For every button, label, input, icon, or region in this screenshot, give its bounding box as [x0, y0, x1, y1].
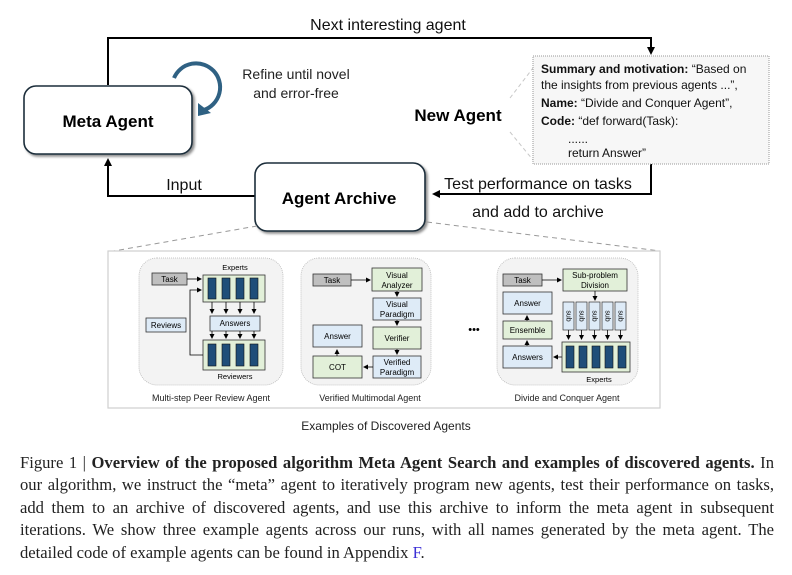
reviewer-bar — [249, 343, 259, 367]
expert-bar — [221, 277, 231, 300]
cot-box: COT — [329, 363, 346, 372]
peer-review-agent-example: Experts Task Reviews Answers Reviewers M… — [138, 257, 284, 403]
dc-task-box: Task — [514, 276, 531, 285]
sub-label: sub — [578, 310, 585, 321]
verified-paradigm-box: Verified — [384, 358, 411, 367]
expert-bar — [235, 277, 245, 300]
card-code-line: Code: “def forward(Task): — [541, 114, 678, 128]
reviewer-bar — [235, 343, 245, 367]
subproblem-division-box-line2: Division — [581, 281, 609, 290]
peer-review-title: Multi-step Peer Review Agent — [152, 393, 271, 403]
dc-expert-bar — [617, 345, 627, 369]
dc-expert-bar — [578, 345, 588, 369]
visual-analyzer-box: Visual — [386, 271, 408, 280]
meta-agent-label: Meta Agent — [63, 112, 154, 131]
mm-task-box: Task — [324, 276, 341, 285]
caption-end: . — [420, 542, 425, 562]
divide-and-conquer-agent-example: Task Sub-problem Division Answer Ensembl… — [496, 257, 639, 403]
refine-label-line1: Refine until novel — [242, 66, 349, 82]
refine-label-line2: and error-free — [253, 85, 339, 101]
subproblem-division-box: Sub-problem — [572, 271, 618, 280]
expert-bar — [207, 277, 217, 300]
examples-section-label: Examples of Discovered Agents — [301, 419, 470, 433]
test-label-line2: and add to archive — [472, 204, 604, 221]
appendix-link[interactable]: F — [413, 543, 421, 562]
dc-answers-box: Answers — [512, 353, 543, 362]
input-label: Input — [166, 177, 202, 194]
ensemble-box: Ensemble — [510, 326, 546, 335]
visual-analyzer-box-line2: Analyzer — [381, 281, 412, 290]
experts-label: Experts — [222, 263, 248, 272]
sub-label: sub — [591, 310, 598, 321]
test-label-line1: Test performance on tasks — [444, 176, 632, 193]
next-agent-label: Next interesting agent — [310, 17, 466, 34]
visual-paradigm-box: Visual — [386, 300, 408, 309]
more-examples-ellipsis: ••• — [468, 324, 480, 336]
reviewer-bar — [221, 343, 231, 367]
verified-paradigm-box-line2: Paradigm — [380, 368, 415, 377]
sub-label: sub — [604, 310, 611, 321]
card-code-return: return Answer” — [568, 146, 646, 160]
sub-label: sub — [565, 310, 572, 321]
mm-answer-box: Answer — [324, 332, 351, 341]
verified-multimodal-agent-example: Task Visual Analyzer Visual Paradigm Ver… — [300, 257, 432, 403]
card-code-dots: ...... — [568, 132, 588, 146]
verifier-box: Verifier — [385, 334, 410, 343]
reviewer-bar — [207, 343, 217, 367]
dc-expert-bar — [604, 345, 614, 369]
dc-answer-box: Answer — [514, 299, 541, 308]
reviewers-label: Reviewers — [217, 372, 252, 381]
answers-box: Answers — [220, 319, 251, 328]
divide-conquer-title: Divide and Conquer Agent — [514, 393, 620, 403]
dc-expert-bar — [591, 345, 601, 369]
sub-label: sub — [617, 310, 624, 321]
figure-caption: Figure 1 | Overview of the proposed algo… — [20, 452, 774, 564]
card-name-line: Name: “Divide and Conquer Agent”, — [541, 96, 732, 110]
reviews-box: Reviews — [151, 321, 181, 330]
new-agent-label: New Agent — [414, 106, 502, 125]
caption-bold-title: Overview of the proposed algorithm Meta … — [91, 453, 755, 472]
agent-archive-label: Agent Archive — [282, 189, 397, 208]
task-box: Task — [161, 275, 178, 284]
card-summary-line2: the insights from previous agents ...”, — [541, 78, 738, 92]
expert-bar — [249, 277, 259, 300]
caption-prefix: Figure 1 | — [20, 453, 92, 472]
dc-expert-bar — [565, 345, 575, 369]
visual-paradigm-box-line2: Paradigm — [380, 310, 415, 319]
dc-experts-label: Experts — [586, 375, 612, 384]
multimodal-title: Verified Multimodal Agent — [319, 393, 421, 403]
algorithm-diagram: Next interesting agent Meta Agent Refine… — [23, 17, 770, 433]
card-summary-line1: Summary and motivation: “Based on — [541, 62, 746, 76]
